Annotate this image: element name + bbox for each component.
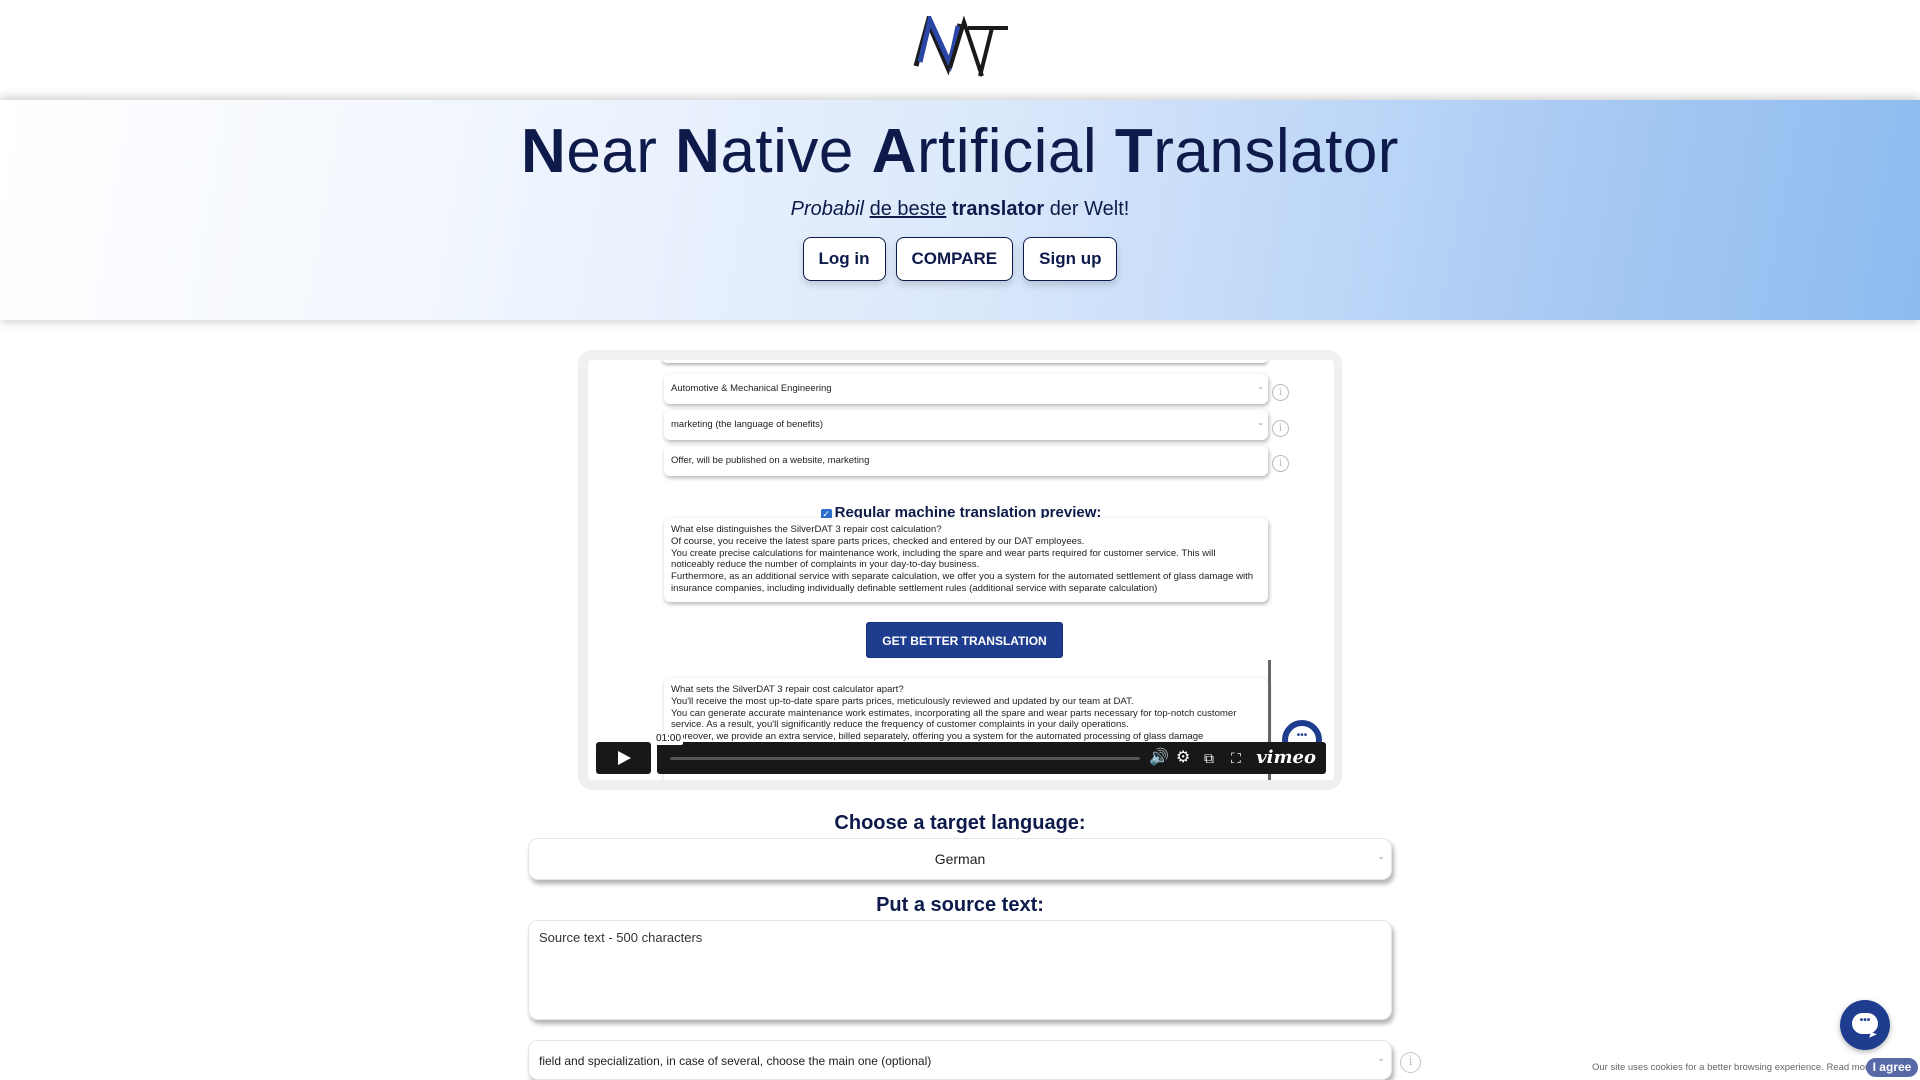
compare-button[interactable]: COMPARE (895, 237, 1014, 281)
top-header (0, 0, 1920, 100)
title-initial: N (521, 117, 567, 186)
vimeo-logo[interactable]: vimeo (1256, 747, 1316, 768)
better-line: What sets the SilverDAT 3 repair cost ca… (671, 684, 904, 695)
better-line: You'll receive the most up-to-date spare… (671, 695, 1134, 707)
preview-line: Furthermore, as an additional service wi… (671, 571, 1254, 594)
chevron-down-icon: ⌄ (1257, 418, 1264, 427)
preview-line: What else distinguishes the SilverDAT 3 … (671, 524, 942, 535)
tagline-italic: Probabil (790, 198, 865, 220)
source-text-label: Put a source text: (876, 894, 1044, 916)
cookie-text[interactable]: Our site uses cookies for a better brows… (1592, 1062, 1873, 1073)
cookie-agree-button[interactable]: I agree (1866, 1058, 1918, 1077)
chevron-down-icon: ⌄ (1257, 382, 1264, 391)
video-field-value: Automotive & Mechanical Engineering (671, 383, 832, 394)
tagline-bold: translator (951, 198, 1045, 220)
hero-banner: Near Native Artificial Translator Probab… (0, 100, 1920, 320)
preview-line: Of course, you receive the latest spare … (671, 535, 1085, 547)
target-language-select[interactable]: German ⌄ (528, 838, 1392, 880)
video-style-select: marketing (the language of benefits) ⌄ (664, 410, 1268, 440)
title-word: ear (566, 117, 658, 186)
video-progress-track[interactable] (670, 757, 1140, 760)
chat-widget-button[interactable]: ••• (1840, 1000, 1890, 1050)
play-button[interactable] (596, 742, 651, 774)
pip-icon[interactable]: ⧉ (1204, 749, 1214, 767)
field-select-value: field and specialization, in case of sev… (539, 1054, 932, 1068)
video-field-value: Offer, will be published on a website, m… (671, 455, 870, 466)
video-field-edge (662, 360, 1268, 363)
field-specialization-select[interactable]: field and specialization, in case of sev… (528, 1040, 1392, 1080)
login-button[interactable]: Log in (802, 237, 886, 281)
preview-line: You create precise calculations for main… (671, 547, 1216, 571)
video-embed: Automotive & Mechanical Engineering ⌄ i … (578, 350, 1342, 790)
signup-button[interactable]: Sign up (1023, 237, 1118, 281)
video-get-better-button: GET BETTER TRANSLATION (866, 622, 1063, 658)
title-initial: A (871, 117, 917, 186)
tagline: Probabil de beste translator der Welt! (0, 198, 1920, 221)
chevron-down-icon: ⌄ (1377, 851, 1385, 861)
video-control-bar: 🔊 ⚙ ⧉ ⛶ vimeo (657, 742, 1326, 774)
chat-bubble-icon: ••• (1852, 1013, 1878, 1034)
nat-logo[interactable] (910, 16, 1010, 80)
title-word: rtificial (916, 117, 1098, 186)
info-icon: i (1272, 384, 1289, 401)
fullscreen-icon[interactable]: ⛶ (1231, 749, 1241, 767)
source-text-input[interactable] (528, 920, 1392, 1020)
better-line: You can generate accurate maintenance wo… (671, 707, 1237, 731)
video-domain-select: Automotive & Mechanical Engineering ⌄ (664, 374, 1268, 404)
video-preview-text: What else distinguishes the SilverDAT 3 … (664, 518, 1268, 602)
chevron-down-icon: ⌄ (1377, 1053, 1385, 1063)
volume-icon[interactable]: 🔊 (1149, 749, 1169, 767)
tagline-underlined: de beste (869, 198, 947, 220)
auth-buttons: Log in COMPARE Sign up (0, 237, 1920, 281)
video-time-label: 01:00 (654, 732, 684, 745)
target-language-value: German (934, 851, 986, 867)
video-field-value: marketing (the language of benefits) (671, 419, 824, 430)
title-initial: N (675, 117, 721, 186)
target-language-label: Choose a target language: (834, 812, 1086, 834)
tagline-rest: der Welt! (1049, 198, 1130, 220)
title-initial: T (1114, 117, 1154, 186)
video-frame[interactable]: Automotive & Mechanical Engineering ⌄ i … (588, 360, 1334, 780)
title-word: ranslator (1153, 117, 1399, 186)
info-icon: i (1272, 455, 1289, 472)
settings-icon[interactable]: ⚙ (1176, 749, 1190, 767)
title-word: ative (720, 117, 854, 186)
info-icon: i (1272, 420, 1289, 437)
page-title: Near Native Artificial Translator (0, 116, 1920, 188)
video-purpose-input: Offer, will be published on a website, m… (664, 446, 1268, 476)
info-icon[interactable]: i (1400, 1052, 1421, 1073)
